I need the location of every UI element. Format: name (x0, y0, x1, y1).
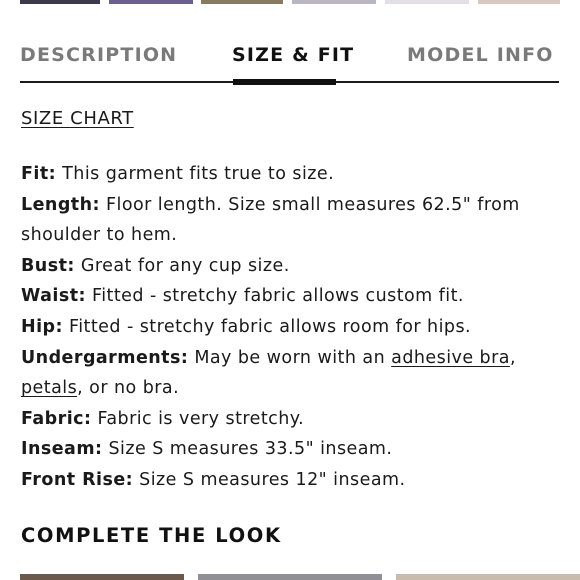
detail-label: Front Rise: (21, 469, 134, 490)
product-thumbnail[interactable] (385, 0, 469, 4)
size-fit-details: Fit: This garment fits true to size. Len… (21, 159, 551, 496)
detail-inseam: Inseam: Size S measures 33.5" inseam. (21, 434, 551, 465)
detail-value: Floor length. Size small measures 62.5" … (106, 194, 520, 215)
detail-value: This garment fits true to size. (62, 164, 335, 184)
detail-value: Fitted - stretchy fabric allows custom f… (91, 286, 464, 307)
detail-label: Inseam: (21, 439, 103, 460)
product-thumbnail[interactable] (201, 0, 283, 4)
product-thumbnail[interactable] (109, 0, 193, 4)
detail-value: Fabric is very stretchy. (97, 408, 305, 429)
detail-value: , or no bra. (77, 378, 180, 399)
detail-label: Hip: (21, 316, 63, 337)
detail-label: Length: (21, 194, 100, 215)
size-chart-link[interactable]: SIZE CHART (21, 108, 134, 129)
detail-value: Fitted - stretchy fabric allows room for… (69, 316, 472, 337)
separator: , (509, 347, 516, 368)
tab-description[interactable]: DESCRIPTION (20, 44, 177, 66)
product-thumbnail-strip (0, 0, 580, 4)
complete-the-look-products (0, 574, 580, 580)
product-thumbnail[interactable] (20, 0, 100, 4)
active-tab-indicator (233, 79, 336, 85)
detail-length-cont: shoulder to hem. (21, 220, 551, 251)
complete-the-look-heading: COMPLETE THE LOOK (21, 524, 282, 547)
related-product-image[interactable] (396, 574, 580, 580)
detail-length: Length: Floor length. Size small measure… (21, 190, 551, 221)
related-product-image[interactable] (198, 574, 382, 580)
product-thumbnail[interactable] (478, 0, 560, 4)
petals-link[interactable]: petals (21, 378, 77, 398)
detail-bust: Bust: Great for any cup size. (21, 251, 551, 282)
detail-front-rise: Front Rise: Size S measures 12" inseam. (21, 465, 551, 496)
detail-value: shoulder to hem. (21, 225, 178, 246)
detail-value: Size S measures 33.5" inseam. (108, 439, 393, 460)
detail-label: Fabric: (21, 408, 92, 429)
product-thumbnail[interactable] (292, 0, 376, 4)
detail-value: Great for any cup size. (80, 255, 290, 276)
detail-label: Undergarments: (21, 347, 189, 368)
detail-undergarments-cont: petals, or no bra. (21, 373, 551, 404)
adhesive-bra-link[interactable]: adhesive bra (391, 348, 510, 368)
detail-label: Fit: (21, 164, 57, 184)
detail-label: Waist: (21, 286, 86, 307)
product-info-tabs: DESCRIPTION SIZE & FIT MODEL INFO (20, 44, 559, 82)
tab-model-info[interactable]: MODEL INFO (407, 44, 554, 66)
tab-size-fit[interactable]: SIZE & FIT (232, 44, 354, 66)
detail-hip: Hip: Fitted - stretchy fabric allows roo… (21, 312, 551, 343)
detail-undergarments: Undergarments: May be worn with an adhes… (21, 343, 551, 374)
detail-fabric: Fabric: Fabric is very stretchy. (21, 404, 551, 435)
related-product-image[interactable] (20, 574, 184, 580)
detail-fit: Fit: This garment fits true to size. (21, 159, 551, 190)
detail-label: Bust: (21, 255, 75, 276)
detail-value: May be worn with an (194, 347, 386, 368)
detail-value: Size S measures 12" inseam. (139, 469, 406, 490)
detail-waist: Waist: Fitted - stretchy fabric allows c… (21, 281, 551, 312)
